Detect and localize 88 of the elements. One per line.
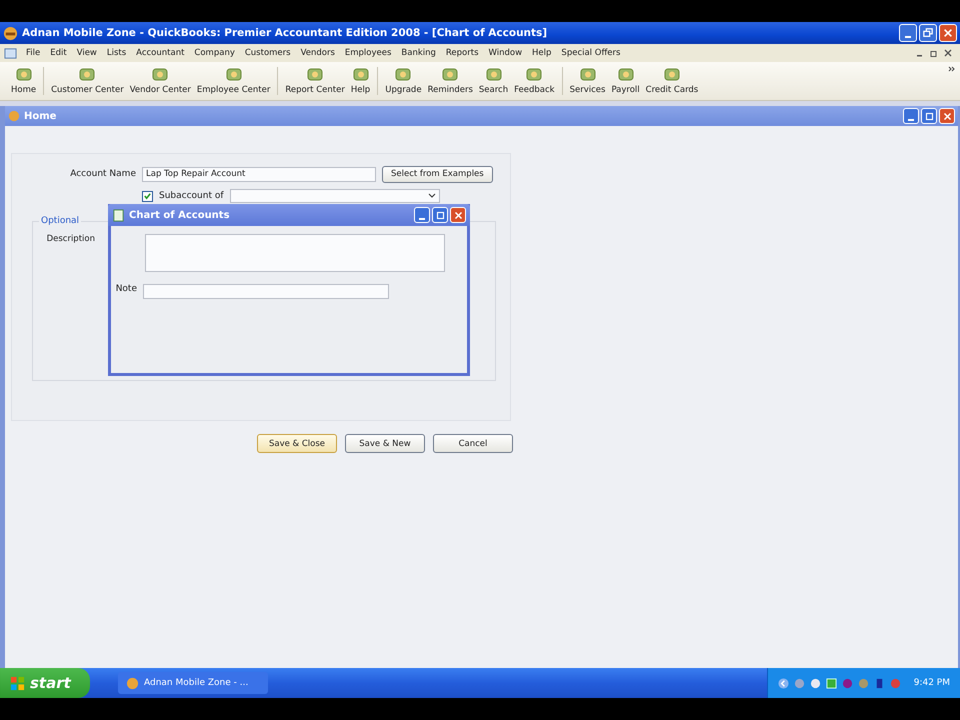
- dialog-title: Chart of Accounts: [129, 210, 230, 220]
- maximize-icon: [436, 210, 444, 220]
- menu-item[interactable]: View: [72, 48, 102, 58]
- tile-icon: [224, 67, 243, 83]
- tile-icon: [662, 67, 681, 83]
- toolbar-button[interactable]: Credit Cards: [642, 67, 702, 95]
- restore-button[interactable]: [919, 24, 937, 42]
- menu-item[interactable]: Edit: [45, 48, 72, 58]
- maximize-icon: [924, 112, 934, 120]
- menu-item[interactable]: Help: [527, 48, 556, 58]
- circle-icon: [126, 676, 139, 690]
- minimize-icon: [419, 218, 425, 220]
- toolbar-button[interactable]: Customer Center: [48, 67, 127, 95]
- document-icon: [4, 46, 17, 60]
- window-title: Adnan Mobile Zone - QuickBooks: Premier Accountant Edition 2008 - [Chart of Accounts]: [22, 27, 548, 39]
- tile-icon: [78, 67, 96, 83]
- menu-item[interactable]: Vendors: [296, 48, 340, 58]
- toolbar-button[interactable]: Payroll: [608, 67, 643, 95]
- minimize-button[interactable]: [414, 207, 430, 223]
- group-legend: Optional: [39, 216, 82, 226]
- home-window-title: Home: [24, 110, 56, 122]
- circle-icon[interactable]: [842, 678, 853, 688]
- four-squares-icon: [10, 676, 25, 690]
- close-button[interactable]: [939, 108, 955, 124]
- caret-icon: [428, 193, 436, 199]
- note-field[interactable]: [143, 284, 389, 299]
- toolbar-button[interactable]: Report Center: [282, 67, 348, 95]
- tile-icon: [306, 67, 324, 83]
- menu-item[interactable]: Customers: [240, 48, 296, 58]
- square-icon[interactable]: [826, 678, 837, 688]
- minimize-icon: [908, 118, 914, 120]
- toolbar-button[interactable]: Reminders: [424, 67, 476, 95]
- app-icon: [3, 26, 18, 40]
- toolbar-button[interactable]: Vendor Center: [126, 67, 194, 95]
- subaccount-checkbox[interactable]: [142, 190, 153, 202]
- tile-icon: [151, 67, 170, 83]
- chevron-icon[interactable]: [948, 66, 956, 72]
- minimize-button[interactable]: [903, 108, 919, 124]
- checkmark-icon: [143, 191, 152, 201]
- close-icon[interactable]: [944, 49, 952, 57]
- tile-icon: [525, 67, 544, 83]
- menu-item[interactable]: Lists: [102, 48, 132, 58]
- close-button[interactable]: [939, 24, 957, 42]
- field-label: Description: [46, 234, 96, 244]
- toolbar-button[interactable]: Upgrade: [382, 67, 425, 95]
- close-button[interactable]: [450, 207, 466, 223]
- minimize-button[interactable]: [899, 24, 917, 42]
- maximize-button[interactable]: [432, 207, 448, 223]
- action-button[interactable]: Save & New: [345, 434, 425, 453]
- toolbar-button[interactable]: Search: [476, 67, 512, 95]
- checkbox-label: Subaccount of: [159, 191, 224, 201]
- toolbar-button[interactable]: Employee Center: [194, 67, 274, 95]
- taskbar-button[interactable]: Adnan Mobile Zone - ...: [118, 672, 268, 694]
- restore-icon[interactable]: [930, 49, 938, 57]
- field-label: Account Name: [69, 169, 136, 179]
- toolbar-button[interactable]: Home: [8, 67, 40, 95]
- tile-icon: [352, 67, 370, 83]
- menu-item[interactable]: Accountant: [131, 48, 190, 58]
- restore-icon: [923, 28, 933, 38]
- menu-item[interactable]: Company: [189, 48, 240, 58]
- circle-icon[interactable]: [810, 678, 821, 688]
- toolbar-button[interactable]: Help: [348, 67, 374, 95]
- close-icon: [454, 210, 462, 220]
- action-button[interactable]: Cancel: [433, 434, 513, 453]
- menu-item[interactable]: Employees: [340, 48, 396, 58]
- clock: 9:42 PM: [914, 678, 950, 688]
- maximize-button[interactable]: [921, 108, 937, 124]
- tile-icon: [441, 67, 460, 83]
- toolbar-button[interactable]: Services: [566, 67, 608, 95]
- account-name-field[interactable]: Lap Top Repair Account: [142, 166, 376, 182]
- action-button[interactable]: Save & Close: [257, 434, 337, 453]
- toolbar-button[interactable]: Feedback: [511, 67, 558, 95]
- tile-icon: [14, 67, 33, 83]
- close-icon: [942, 112, 952, 120]
- close-icon: [943, 28, 953, 38]
- tile-icon: [616, 67, 635, 83]
- menu-item[interactable]: Special Offers: [556, 48, 626, 58]
- tile-icon: [484, 67, 502, 83]
- menu-item[interactable]: Window: [484, 48, 528, 58]
- menu-item[interactable]: Reports: [440, 48, 484, 58]
- field-label: Note: [114, 284, 138, 294]
- description-field[interactable]: [145, 234, 445, 272]
- menu-item[interactable]: File: [21, 48, 46, 58]
- menu-item[interactable]: Banking: [396, 48, 441, 58]
- minimize-icon: [905, 36, 911, 38]
- select-examples-button[interactable]: Select from Examples: [382, 166, 493, 182]
- tile-icon: [394, 67, 412, 83]
- tile-icon: [578, 67, 597, 83]
